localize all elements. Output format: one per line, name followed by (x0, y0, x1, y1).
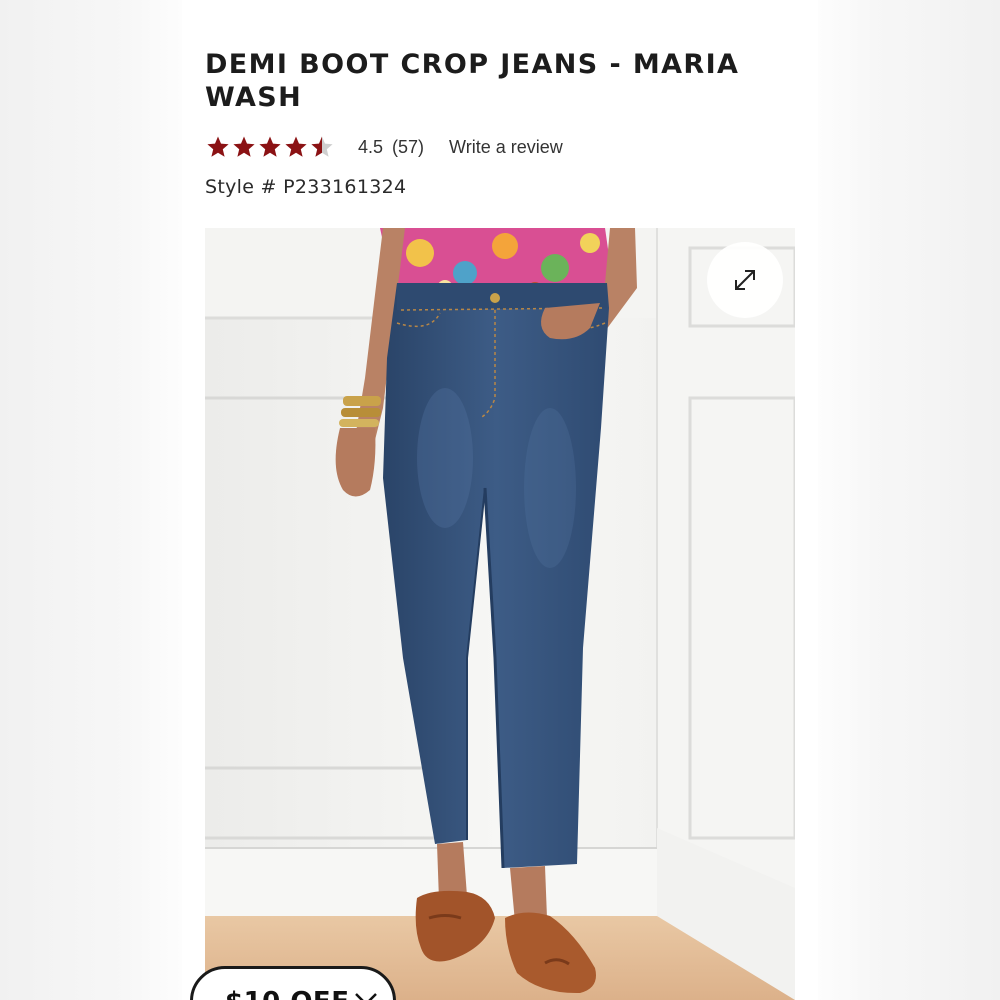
write-review-link[interactable]: Write a review (449, 137, 563, 158)
star-icon (285, 136, 307, 157)
rating-value: 4.5 (358, 136, 384, 157)
product-title: DEMI BOOT CROP JEANS - MARIA WASH (205, 49, 740, 113)
star-icon (233, 136, 255, 157)
star-half-icon (311, 136, 333, 157)
style-number: Style # P233161324 (205, 176, 407, 198)
backdrop-left (0, 0, 182, 1000)
offer-banner[interactable]: $10 OFF (190, 966, 396, 1000)
expand-icon (735, 270, 755, 290)
rating-row: 4.5 (57) Write a review (206, 133, 563, 161)
backdrop-right (818, 0, 1000, 1000)
review-count[interactable]: (57) (392, 137, 424, 158)
product-image[interactable] (205, 228, 795, 1000)
star-icon (207, 136, 229, 157)
product-page: DEMI BOOT CROP JEANS - MARIA WASH 4.5 (5… (182, 0, 818, 1000)
close-icon[interactable] (353, 991, 379, 1000)
star-icon (259, 136, 281, 157)
expand-image-button[interactable] (707, 242, 783, 318)
product-photo-illustration (205, 228, 795, 1000)
star-rating[interactable] (206, 135, 336, 159)
offer-label: $10 OFF (225, 987, 349, 1000)
